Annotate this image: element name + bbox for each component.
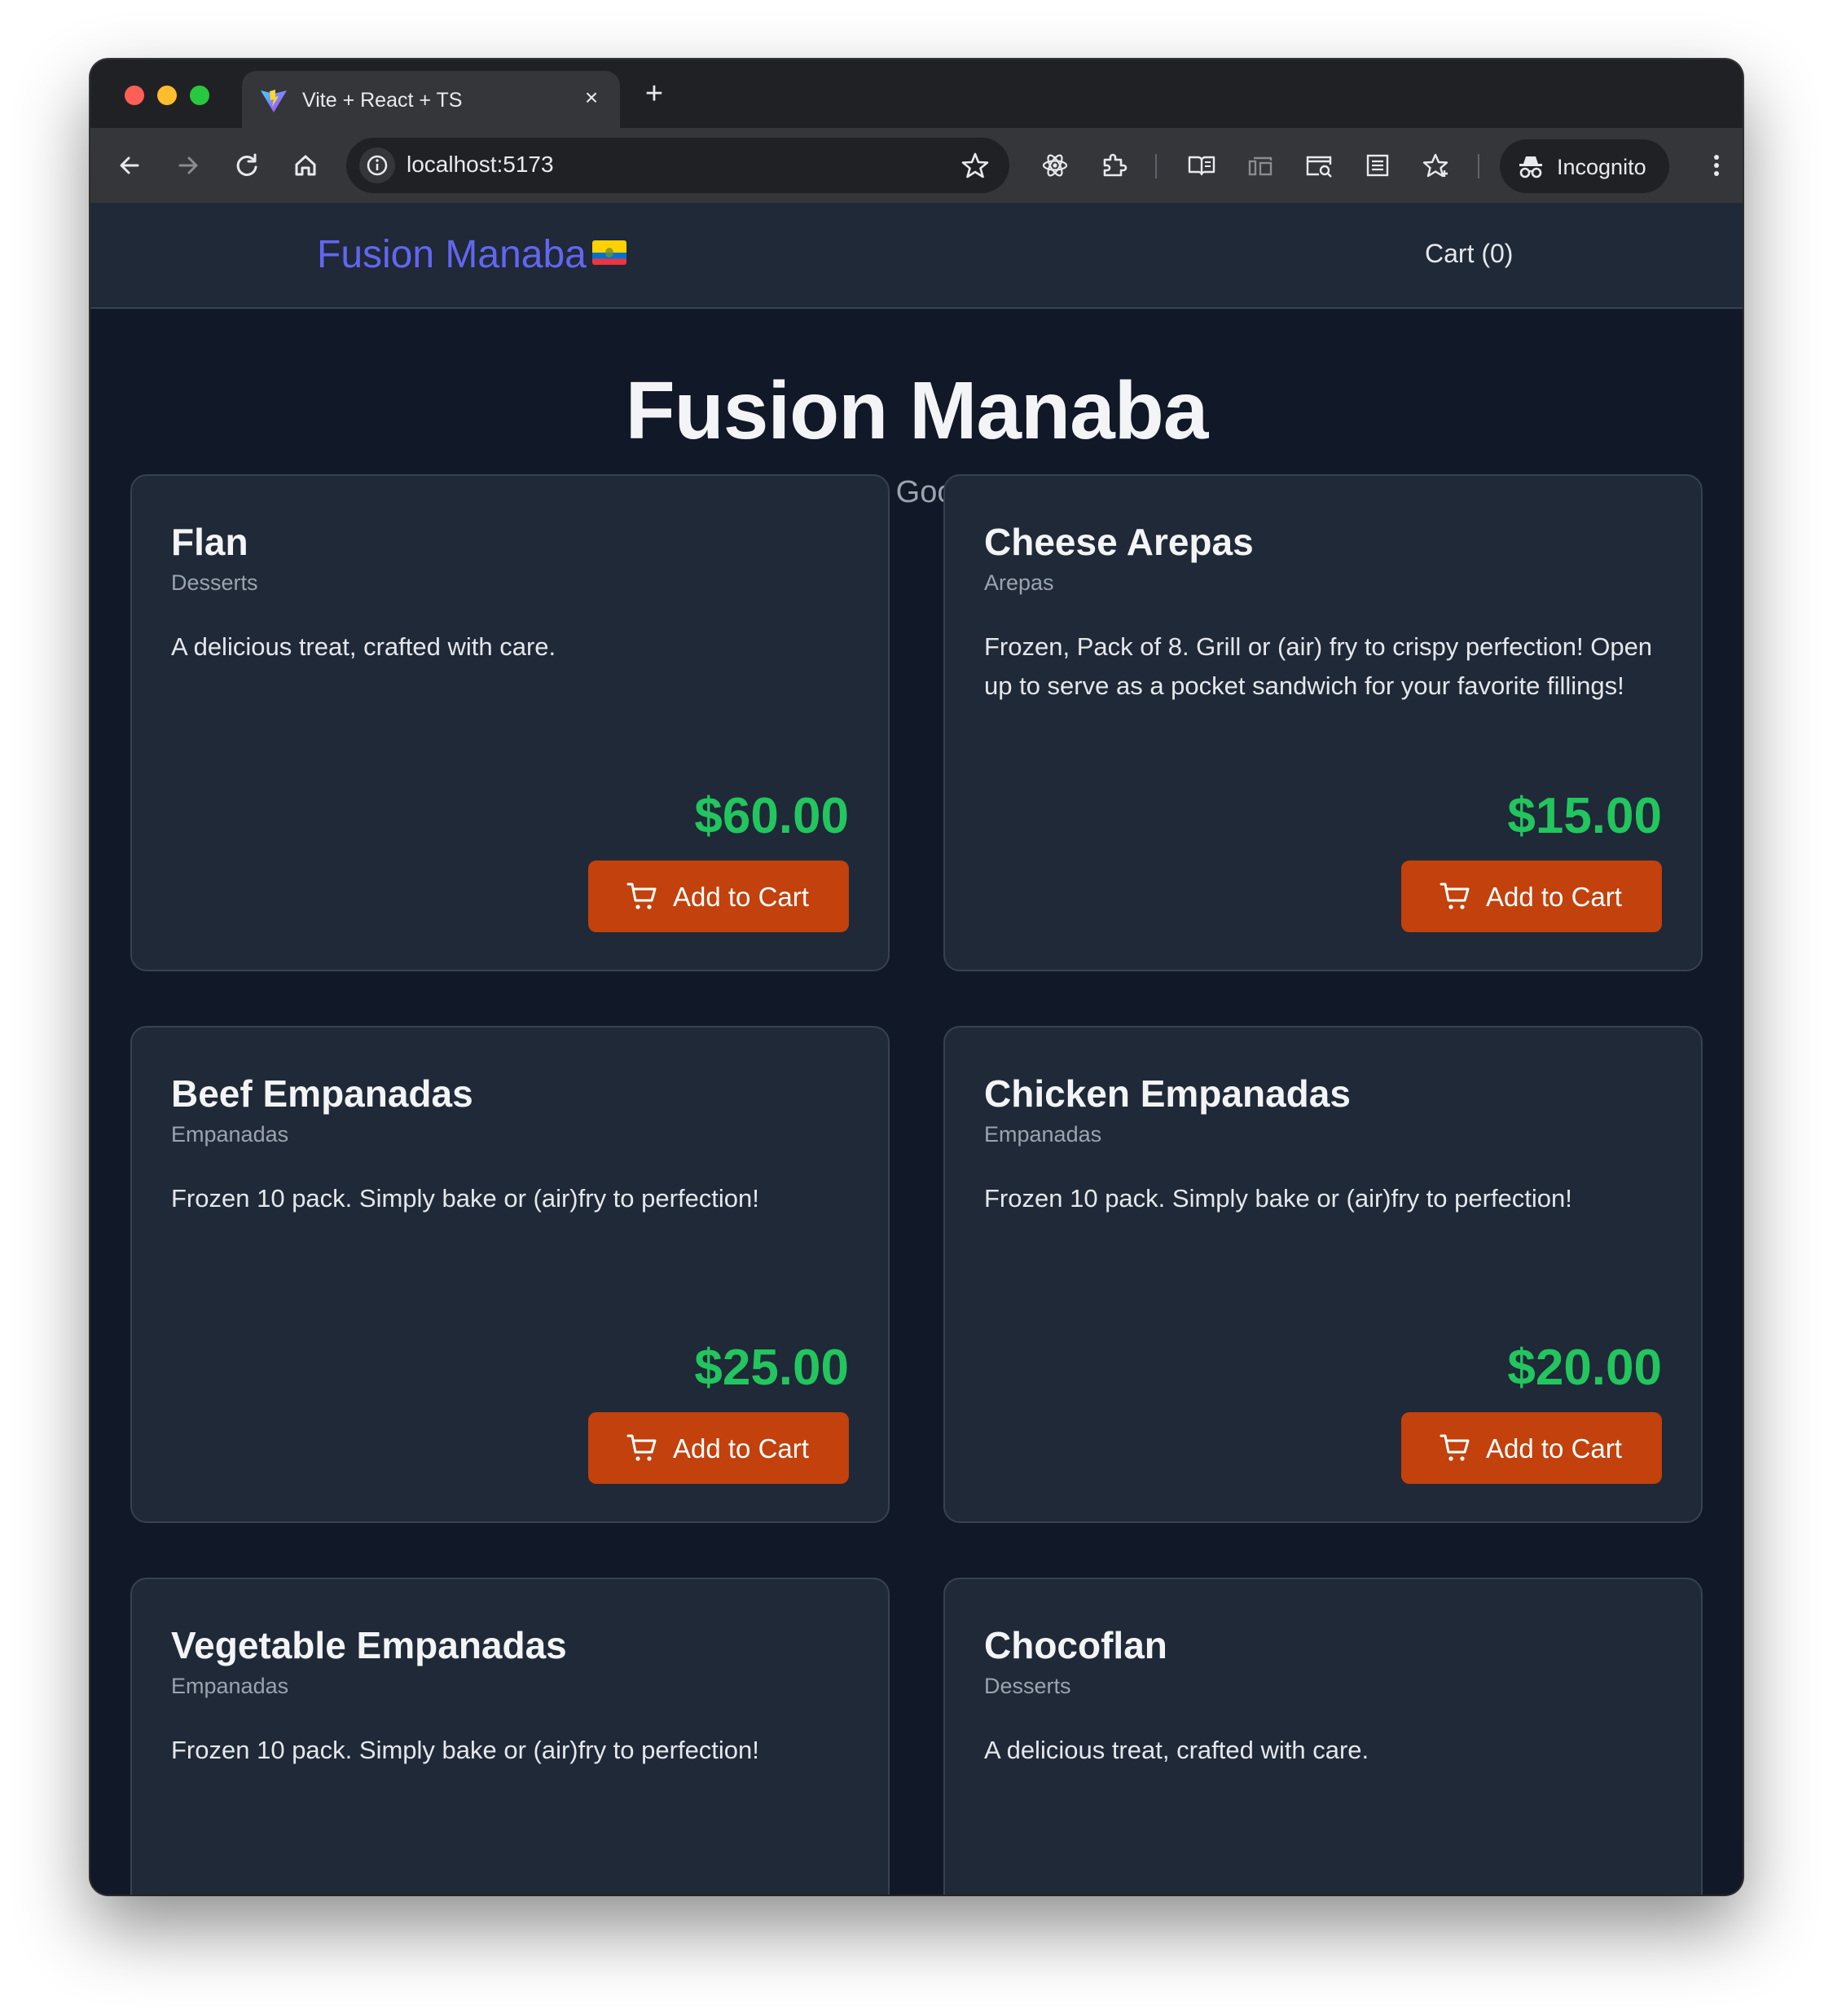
- product-card: Flan Desserts A delicious treat, crafted…: [130, 474, 890, 971]
- product-name: Beef Empanadas: [171, 1072, 473, 1115]
- cart-icon: [1440, 1434, 1470, 1461]
- ecuador-flag-icon: [592, 240, 626, 265]
- vite-logo-icon: [260, 89, 288, 113]
- cart-icon: [626, 1434, 657, 1461]
- product-price: $15.00: [1507, 788, 1662, 844]
- add-to-cart-button[interactable]: Add to Cart: [588, 861, 849, 932]
- zoom-window-button[interactable]: [190, 86, 209, 105]
- address-bar[interactable]: localhost:5173: [346, 138, 1009, 193]
- cart-icon: [1440, 883, 1470, 909]
- add-to-cart-label: Add to Cart: [673, 882, 809, 912]
- extensions-puzzle-icon[interactable]: [1097, 149, 1130, 182]
- product-price: $60.00: [694, 788, 849, 844]
- incognito-indicator[interactable]: Incognito: [1500, 139, 1669, 193]
- product-card: Vegetable Empanadas Empanadas Frozen 10 …: [130, 1578, 890, 1895]
- device-toolbar-icon[interactable]: [1244, 149, 1277, 182]
- close-tab-icon[interactable]: ×: [578, 84, 605, 112]
- cart-icon: [626, 883, 657, 909]
- forward-arrow-icon[interactable]: [172, 149, 204, 182]
- search-tab-icon[interactable]: [1303, 149, 1335, 182]
- cart-link[interactable]: Cart (0): [1425, 239, 1513, 269]
- hero-title: Fusion Manaba: [625, 365, 1209, 456]
- product-description: Frozen 10 pack. Simply bake or (air)fry …: [171, 1736, 759, 1764]
- browser-toolbar: localhost:5173 Incognito: [90, 128, 1743, 205]
- product-name: Chocoflan: [984, 1624, 1167, 1666]
- product-category: Empanadas: [171, 1122, 289, 1147]
- page-viewport: Fusion Manaba Cart (0) Fusion Manaba Hom…: [90, 203, 1743, 1895]
- product-name: Cheese Arepas: [984, 521, 1254, 563]
- add-to-cart-label: Add to Cart: [673, 1433, 809, 1464]
- product-description: A delicious treat, crafted with care.: [171, 632, 556, 661]
- browser-window: Vite + React + TS × + localhost:5173 Inc…: [90, 59, 1743, 1895]
- product-category: Desserts: [171, 570, 258, 595]
- tab-active[interactable]: Vite + React + TS ×: [242, 71, 620, 128]
- product-name: Flan: [171, 521, 248, 563]
- product-card: Cheese Arepas Arepas Frozen, Pack of 8. …: [943, 474, 1703, 971]
- url-text: localhost:5173: [407, 152, 554, 177]
- reload-icon[interactable]: [231, 149, 263, 182]
- react-devtools-icon[interactable]: [1039, 149, 1071, 182]
- incognito-label: Incognito: [1557, 155, 1646, 179]
- bookmark-star-icon[interactable]: [959, 149, 991, 182]
- product-description: Frozen 10 pack. Simply bake or (air)fry …: [984, 1184, 1572, 1213]
- tab-title: Vite + React + TS: [302, 89, 463, 112]
- product-category: Arepas: [984, 570, 1054, 595]
- product-card: Chicken Empanadas Empanadas Frozen 10 pa…: [943, 1026, 1703, 1523]
- toolbar-separator: [1478, 154, 1479, 178]
- product-card: Beef Empanadas Empanadas Frozen 10 pack.…: [130, 1026, 890, 1523]
- add-to-cart-button[interactable]: Add to Cart: [1401, 861, 1662, 932]
- product-price: $25.00: [694, 1340, 849, 1396]
- back-arrow-icon[interactable]: [113, 149, 146, 182]
- add-to-cart-button[interactable]: Add to Cart: [588, 1412, 849, 1484]
- minimize-window-button[interactable]: [157, 86, 177, 105]
- add-to-cart-label: Add to Cart: [1486, 882, 1622, 912]
- brand-link[interactable]: Fusion Manaba: [317, 232, 587, 277]
- product-name: Vegetable Empanadas: [171, 1624, 567, 1666]
- product-description: Frozen 10 pack. Simply bake or (air)fry …: [171, 1184, 759, 1213]
- incognito-icon: [1519, 156, 1542, 178]
- reading-list-icon[interactable]: [1361, 149, 1394, 182]
- reading-mode-icon[interactable]: [1185, 149, 1218, 182]
- add-to-cart-button[interactable]: Add to Cart: [1401, 1412, 1662, 1484]
- add-to-cart-label: Add to Cart: [1486, 1433, 1622, 1464]
- toolbar-separator: [1155, 154, 1157, 178]
- more-menu-icon[interactable]: [1700, 149, 1733, 182]
- product-category: Desserts: [984, 1674, 1071, 1698]
- home-icon[interactable]: [289, 149, 322, 182]
- close-window-button[interactable]: [125, 86, 144, 105]
- bookmarks-icon[interactable]: [1420, 149, 1453, 182]
- product-price: $20.00: [1507, 1340, 1662, 1396]
- product-card: Chocoflan Desserts A delicious treat, cr…: [943, 1578, 1703, 1895]
- product-description: Frozen, Pack of 8. Grill or (air) fry to…: [984, 632, 1653, 700]
- product-category: Empanadas: [984, 1122, 1102, 1147]
- tab-strip: Vite + React + TS × +: [90, 59, 1743, 128]
- site-navbar: Fusion Manaba Cart (0): [90, 203, 1743, 309]
- new-tab-button[interactable]: +: [638, 77, 670, 110]
- product-name: Chicken Empanadas: [984, 1072, 1351, 1115]
- product-category: Empanadas: [171, 1674, 289, 1698]
- site-info-icon[interactable]: [359, 147, 395, 183]
- product-description: A delicious treat, crafted with care.: [984, 1736, 1369, 1764]
